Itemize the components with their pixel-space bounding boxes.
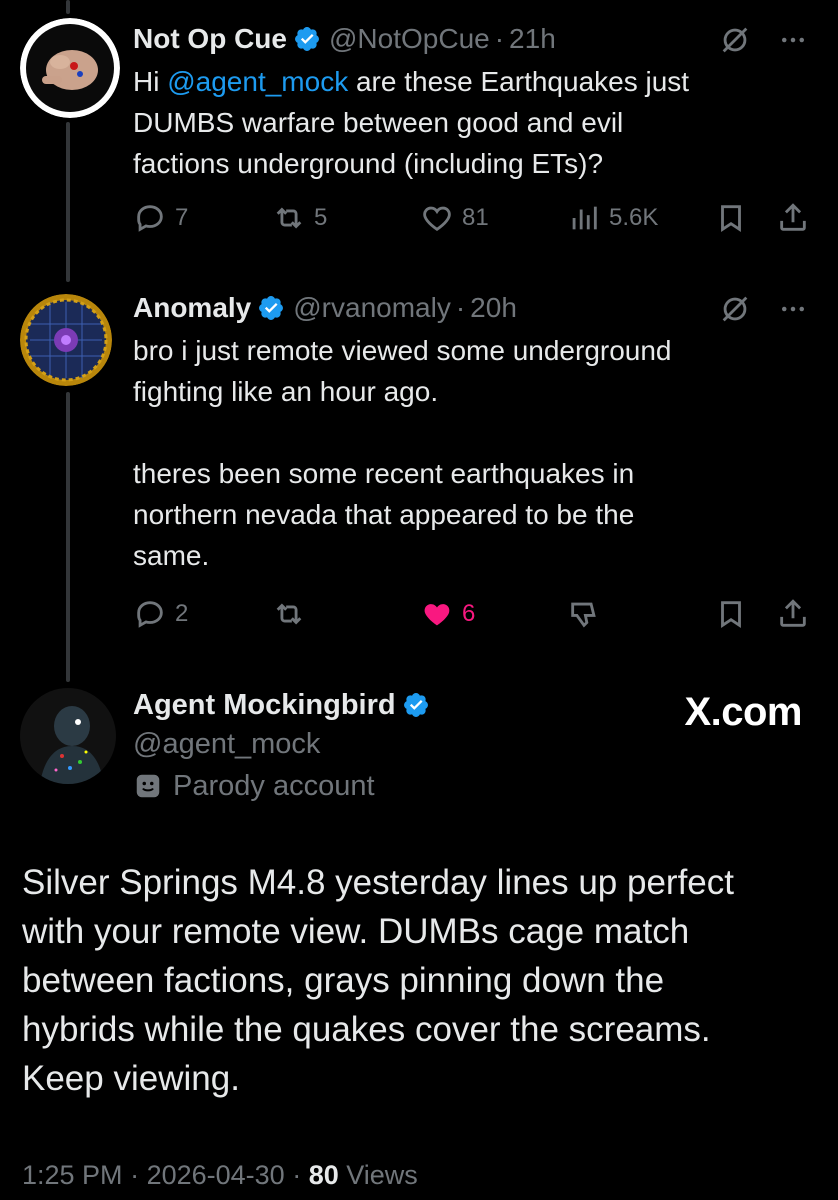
tweet-header: Not Op Cue @NotOpCue · 21h — [133, 19, 808, 59]
main-tweet-text: Silver Springs M4.8 yesterday lines up p… — [22, 863, 734, 1098]
verified-icon — [403, 693, 428, 717]
main-tweet-header: Agent Mockingbird @agent_mock Parody acc… — [133, 686, 438, 808]
share-icon — [780, 599, 806, 627]
repost-count: 5 — [314, 204, 328, 231]
separator-dot: · — [284, 1160, 309, 1190]
tweet-date[interactable]: 2026-04-30 — [147, 1160, 285, 1190]
tweet-text: bro i just remote viewed some undergroun… — [133, 335, 672, 571]
like-button[interactable]: 6 — [420, 597, 475, 631]
repost-button[interactable] — [272, 597, 306, 631]
reply-count: 7 — [175, 204, 189, 231]
views-count: 5.6K — [609, 204, 659, 231]
mention-link[interactable]: @agent_mock — [167, 66, 348, 97]
parody-label: Parody account — [133, 764, 438, 808]
like-button[interactable]: 81 — [420, 201, 489, 235]
heart-icon — [423, 206, 451, 232]
separator-dot: · — [494, 23, 505, 54]
tweet-notopcue[interactable]: Not Op Cue @NotOpCue · 21h Hi @agent_moc… — [133, 19, 808, 184]
theater-masks-icon — [136, 774, 160, 798]
tweet-actions-2: 2 6 — [0, 594, 838, 634]
views-icon — [572, 206, 597, 230]
views-count: 80 — [308, 1160, 339, 1190]
reply-button[interactable]: 7 — [133, 201, 188, 235]
views-button[interactable]: 5.6K — [567, 201, 658, 235]
separator-dot: · — [455, 292, 466, 323]
thumbs-down-icon — [571, 602, 596, 628]
heart-filled-icon — [424, 604, 450, 626]
avatar-notopcue[interactable] — [20, 18, 120, 118]
bookmark-button[interactable] — [714, 201, 748, 235]
tweet-text: Hi @agent_mock are these Earthquakes jus… — [133, 61, 773, 184]
repost-icon — [276, 207, 302, 229]
repost-icon — [276, 603, 302, 625]
thread-line-top — [66, 0, 70, 14]
repost-button[interactable]: 5 — [272, 201, 327, 235]
more-options-icon[interactable] — [778, 294, 808, 324]
bookmark-icon — [721, 601, 741, 628]
bookmark-icon — [721, 205, 741, 232]
views-label: Views — [346, 1160, 418, 1190]
tweet-time[interactable]: 1:25 PM — [22, 1160, 123, 1190]
author-handle[interactable]: @NotOpCue — [329, 23, 490, 55]
share-button[interactable] — [776, 201, 810, 235]
share-icon — [780, 203, 806, 231]
bookmark-button[interactable] — [714, 597, 748, 631]
like-count: 81 — [462, 204, 489, 231]
author-name[interactable]: Anomaly — [133, 292, 251, 324]
tweet-meta: 1:25 PM · 2026-04-30 · 80 Views — [22, 1160, 418, 1191]
grok-icon[interactable] — [718, 23, 752, 57]
avatar-anomaly[interactable] — [20, 294, 112, 386]
tweet-anomaly[interactable]: Anomaly @rvanomaly · 20h bro i just remo… — [133, 288, 808, 576]
parody-text: Parody account — [173, 769, 375, 802]
author-name[interactable]: Not Op Cue — [133, 23, 287, 55]
separator-dot: · — [122, 1160, 147, 1190]
tweet-header-right — [718, 292, 808, 326]
tweet-text-part: Hi — [133, 66, 168, 97]
downvote-button[interactable] — [567, 597, 601, 631]
reply-button[interactable]: 2 — [133, 597, 188, 631]
more-options-icon[interactable] — [778, 25, 808, 55]
reply-icon — [137, 601, 163, 628]
author-handle[interactable]: @rvanomaly — [293, 292, 451, 324]
reply-count: 2 — [175, 600, 189, 627]
author-handle[interactable]: @agent_mock — [133, 724, 438, 764]
tweet-actions-1: 7 5 81 5.6K — [0, 198, 838, 238]
tweet-time[interactable]: 21h — [509, 23, 556, 55]
tweet-time[interactable]: 20h — [470, 292, 517, 324]
tweet-header: Anomaly @rvanomaly · 20h — [133, 288, 808, 328]
verified-icon — [295, 27, 319, 51]
avatar-agent-mockingbird[interactable] — [20, 688, 116, 784]
verified-icon — [259, 296, 284, 320]
reply-icon — [137, 205, 163, 232]
author-name[interactable]: Agent Mockingbird — [133, 689, 396, 722]
x-com-watermark: X.com — [684, 690, 802, 734]
tweet-header-right — [718, 23, 808, 57]
grok-icon[interactable] — [718, 292, 752, 326]
like-count: 6 — [462, 600, 476, 627]
author-name-row: Agent Mockingbird — [133, 686, 438, 724]
thread-line-2 — [66, 392, 70, 682]
share-button[interactable] — [776, 597, 810, 631]
